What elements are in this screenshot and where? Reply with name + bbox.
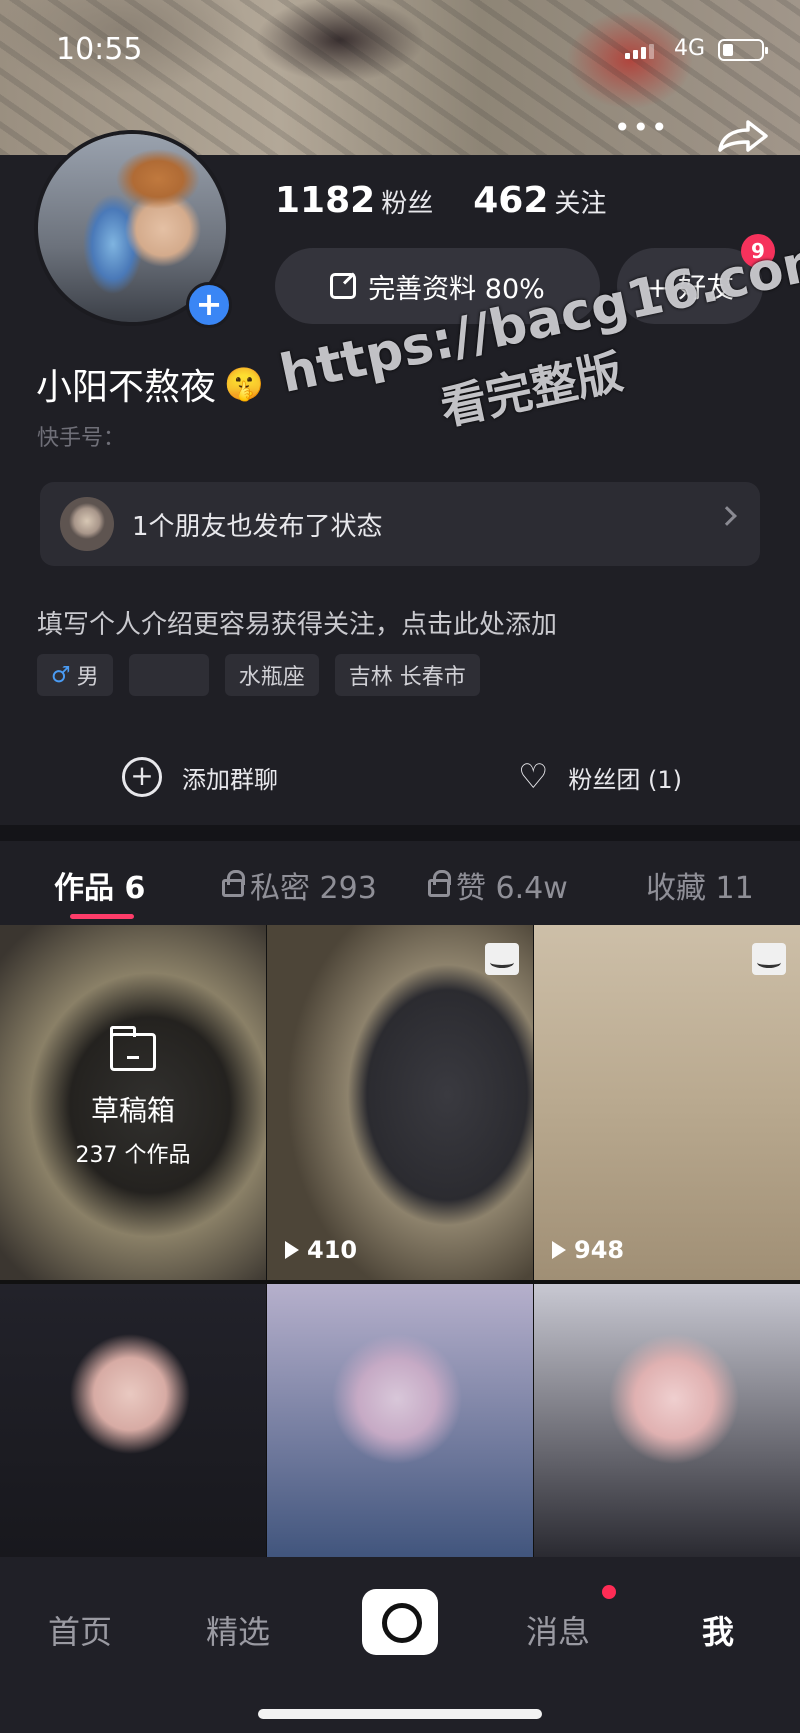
works-grid: 草稿箱 237 个作品 410 948 xyxy=(0,925,800,1557)
tab-works[interactable]: 作品 6 xyxy=(54,863,145,907)
friends-status-text: 1个朋友也发布了状态 xyxy=(132,511,383,542)
play-count-value: 948 xyxy=(574,1236,625,1264)
fan-club-button[interactable]: ♡ 粉丝团 (1) xyxy=(400,740,800,814)
add-group-chat-label: 添加群聊 xyxy=(182,765,278,794)
circle-plus-icon: + xyxy=(122,757,162,797)
drafts-info: 草稿箱 237 个作品 xyxy=(0,1026,266,1169)
profile-stats: 1182 粉丝 462 关注 xyxy=(275,180,606,221)
username: 小阳不熬夜 🤫 xyxy=(36,358,264,410)
active-tab-indicator xyxy=(70,914,134,919)
more-options-icon[interactable]: ••• xyxy=(614,114,668,158)
edit-profile-button[interactable]: 完善资料 80% xyxy=(275,248,600,324)
followers-stat[interactable]: 1182 粉丝 xyxy=(275,180,433,221)
content-tabs: 作品 6 私密 293 赞 6.4w 收藏 11 xyxy=(0,841,800,925)
tab-private-label: 私密 293 xyxy=(250,871,377,906)
folder-icon xyxy=(110,1026,156,1071)
profile-tags: ♂ 男 水瓶座 吉林 长春市 xyxy=(37,654,480,696)
photo-icon xyxy=(485,943,519,975)
profile-actions: + 添加群聊 ♡ 粉丝团 (1) xyxy=(0,740,800,814)
tab-works-label: 作品 6 xyxy=(54,871,146,906)
gender-tag: ♂ 男 xyxy=(37,654,113,696)
nav-home[interactable]: 首页 xyxy=(48,1607,112,1653)
video-thumbnail[interactable] xyxy=(0,1284,266,1557)
tab-likes-label: 赞 6.4w xyxy=(456,871,568,906)
nav-featured[interactable]: 精选 xyxy=(206,1607,270,1653)
video-thumbnail[interactable]: 948 xyxy=(534,925,800,1280)
video-thumbnail[interactable] xyxy=(534,1284,800,1557)
photo-icon xyxy=(752,943,786,975)
username-text: 小阳不熬夜 xyxy=(36,367,217,408)
edit-profile-label: 完善资料 80% xyxy=(368,273,545,305)
add-friend-button[interactable]: + 好友 xyxy=(617,248,763,324)
network-type: 4G xyxy=(674,36,706,61)
heart-icon: ♡ xyxy=(517,757,549,797)
followers-count: 1182 xyxy=(275,180,376,221)
video-thumbnail[interactable]: 410 xyxy=(267,925,533,1280)
video-thumbnail[interactable] xyxy=(267,1284,533,1557)
fan-club-label: 粉丝团 (1) xyxy=(568,765,683,794)
drafts-count: 237 个作品 xyxy=(75,1143,191,1168)
kuaishou-id: 快手号： xyxy=(37,426,126,451)
bottom-navigation: 首页 精选 消息 我 xyxy=(0,1557,800,1733)
play-icon xyxy=(285,1241,299,1259)
tab-favorites-label: 收藏 11 xyxy=(646,871,754,906)
following-label: 关注 xyxy=(554,189,607,219)
status-time: 10:55 xyxy=(56,32,143,67)
friend-request-badge: 9 xyxy=(741,234,775,268)
play-count: 948 xyxy=(552,1236,624,1264)
add-group-chat-button[interactable]: + 添加群聊 xyxy=(0,740,400,814)
male-icon: ♂ xyxy=(51,662,71,688)
notification-dot xyxy=(602,1585,616,1599)
status-bar: 10:55 4G xyxy=(0,28,800,72)
avatar[interactable]: + xyxy=(34,130,232,328)
following-count: 462 xyxy=(473,180,549,221)
section-divider xyxy=(0,825,800,841)
signal-icon xyxy=(625,44,654,59)
lock-icon xyxy=(428,870,451,897)
friend-avatar xyxy=(60,497,114,551)
camera-icon[interactable] xyxy=(362,1589,438,1655)
tab-private[interactable]: 私密 293 xyxy=(222,863,377,907)
play-count-value: 410 xyxy=(307,1236,358,1264)
chevron-right-icon xyxy=(717,506,737,526)
drafts-title: 草稿箱 xyxy=(90,1094,175,1127)
username-emoji: 🤫 xyxy=(224,365,264,403)
age-tag xyxy=(128,654,209,696)
friends-status-card[interactable]: 1个朋友也发布了状态 xyxy=(40,482,760,566)
following-stat[interactable]: 462 关注 xyxy=(473,180,606,221)
share-icon[interactable] xyxy=(712,118,772,158)
tab-likes[interactable]: 赞 6.4w xyxy=(428,863,568,907)
battery-icon xyxy=(718,39,768,61)
add-friend-label: + 好友 xyxy=(645,271,735,304)
home-indicator xyxy=(258,1709,542,1719)
followers-label: 粉丝 xyxy=(381,189,434,219)
location-tag: 吉林 长春市 xyxy=(334,654,480,696)
edit-icon xyxy=(330,273,357,299)
tab-favorites[interactable]: 收藏 11 xyxy=(646,863,754,907)
nav-me[interactable]: 我 xyxy=(702,1607,734,1653)
avatar-add-icon[interactable]: + xyxy=(186,282,232,328)
lock-icon xyxy=(222,870,245,897)
zodiac-tag: 水瓶座 xyxy=(224,654,319,696)
bio-prompt[interactable]: 填写个人介绍更容易获得关注，点击此处添加 xyxy=(37,604,557,641)
nav-messages[interactable]: 消息 xyxy=(526,1607,590,1653)
play-icon xyxy=(552,1241,566,1259)
gender-text: 男 xyxy=(76,665,99,690)
play-count: 410 xyxy=(285,1236,357,1264)
drafts-folder[interactable]: 草稿箱 237 个作品 xyxy=(0,925,266,1280)
